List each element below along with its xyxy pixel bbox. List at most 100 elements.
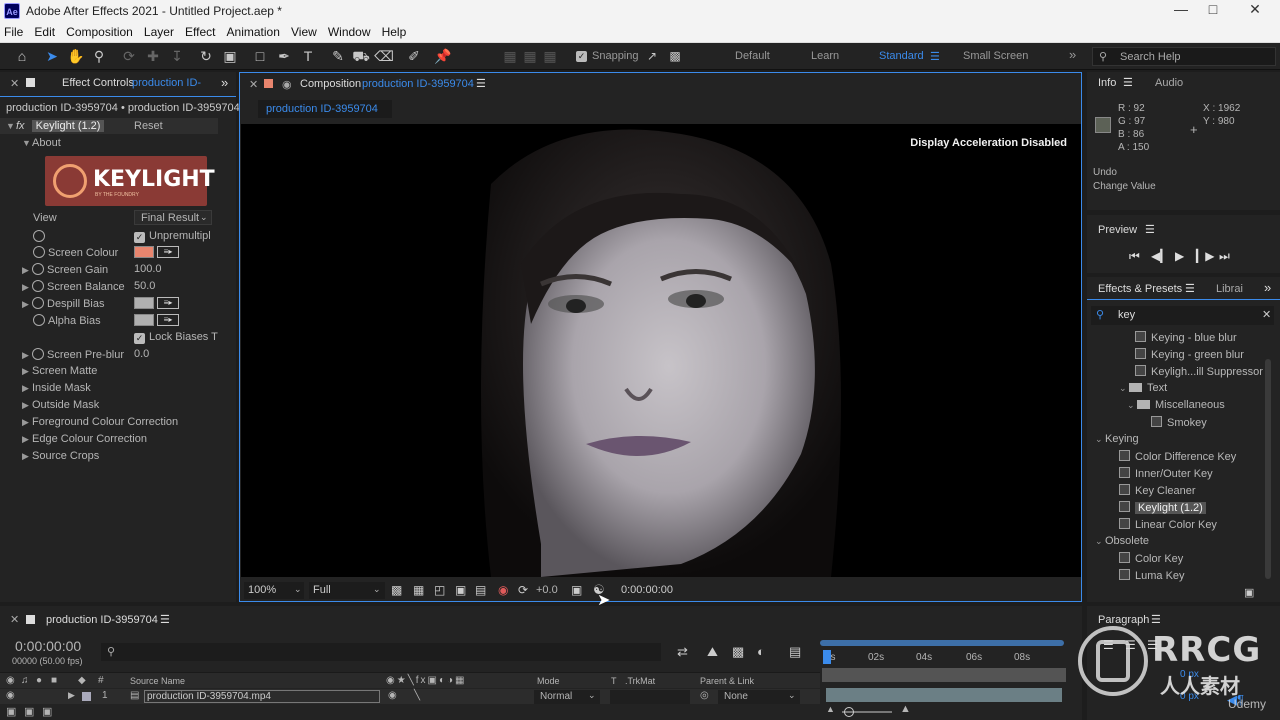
screen-preblur-value[interactable]: 0.0 xyxy=(134,348,149,360)
eyedropper-icon[interactable]: ≡▸ xyxy=(157,246,179,258)
zoom-tool-icon[interactable]: ⚲ xyxy=(89,47,109,65)
effect-controls-layer[interactable]: production ID- xyxy=(132,77,201,89)
guides-icon[interactable]: ▤ xyxy=(475,583,486,597)
work-area-bar[interactable] xyxy=(820,640,1064,646)
effects-tree-item[interactable]: Smokey xyxy=(1087,414,1263,431)
roto-brush-icon[interactable]: ✐ xyxy=(404,47,424,65)
timeline-tab[interactable]: production ID-3959704 xyxy=(46,614,158,626)
zoom-in-icon[interactable]: ▲ xyxy=(900,703,911,715)
pan-behind-icon[interactable]: ▣ xyxy=(220,47,240,65)
stopwatch-icon[interactable] xyxy=(33,246,45,258)
despill-bias-swatch[interactable] xyxy=(134,297,154,309)
effects-tree-item[interactable]: Color Key xyxy=(1087,550,1263,567)
about-row[interactable]: ▼About xyxy=(22,137,61,149)
screen-balance-value[interactable]: 50.0 xyxy=(134,280,155,292)
fast-previews-icon[interactable]: ▩ xyxy=(391,583,402,597)
workspace-learn[interactable]: Learn xyxy=(811,50,839,62)
close-tab-icon[interactable]: ✕ xyxy=(10,613,19,626)
clone-stamp-icon[interactable]: ⛟ xyxy=(351,47,371,65)
unpremultiply-checkbox[interactable]: ✓ Unpremultipl xyxy=(134,230,211,243)
minimize-button[interactable]: — xyxy=(1166,1,1196,17)
pen-tool-icon[interactable]: ✒ xyxy=(274,47,294,65)
group-outside-mask[interactable]: ▶ Outside Mask xyxy=(22,399,99,411)
effects-tree-item[interactable]: Inner/Outer Key xyxy=(1087,465,1263,482)
timeline-search[interactable]: ⚲ xyxy=(101,643,661,661)
pick-whip-icon[interactable]: ◎ xyxy=(700,690,709,701)
effects-scrollbar[interactable] xyxy=(1265,359,1271,579)
snap-grid-icon[interactable]: ▩ xyxy=(665,47,685,65)
menu-view[interactable]: View xyxy=(287,22,321,39)
view-select[interactable]: Final Result ⌄ xyxy=(134,210,212,225)
effects-tree-item[interactable]: Color Difference Key xyxy=(1087,448,1263,465)
panel-menu-icon[interactable]: ☰ xyxy=(1123,76,1133,89)
workspace-standard[interactable]: Standard xyxy=(879,50,924,62)
new-folder-icon[interactable]: ▣ xyxy=(1244,586,1254,599)
effects-presets-tab[interactable]: Effects & Presets xyxy=(1098,283,1182,295)
hand-tool-icon[interactable]: ✋ xyxy=(66,47,86,65)
maximize-button[interactable]: □ xyxy=(1198,1,1228,17)
workspace-menu-icon[interactable]: ☰ xyxy=(930,50,940,63)
stopwatch-icon[interactable] xyxy=(32,348,44,360)
zoom-out-icon[interactable]: ▲ xyxy=(826,704,835,714)
transparency-grid-icon[interactable]: ▦ xyxy=(413,583,424,597)
layer-duration-bar[interactable] xyxy=(826,688,1062,702)
switches-toggle-icon[interactable]: ▣ xyxy=(24,705,34,718)
zoom-select[interactable]: 100% ⌄ xyxy=(244,582,304,599)
stopwatch-icon[interactable] xyxy=(32,280,44,292)
info-tab[interactable]: Info xyxy=(1098,77,1116,89)
prev-frame-icon[interactable]: ◀▎ xyxy=(1151,249,1169,263)
menu-help[interactable]: Help xyxy=(378,22,411,39)
channel-icon[interactable]: ◉ xyxy=(498,583,508,597)
trkmat-header[interactable]: .TrkMat xyxy=(625,676,655,686)
effects-tree-item[interactable]: ⌄ Text xyxy=(1087,380,1263,397)
collapse-arrow-icon[interactable]: ▼ xyxy=(6,121,16,131)
effects-tree-item[interactable]: Keyligh...ill Suppressor xyxy=(1087,363,1263,380)
draft-3d-icon[interactable]: ⛰ xyxy=(707,644,718,660)
reset-exposure-icon[interactable]: ⟳ xyxy=(518,583,528,597)
clear-search-icon[interactable]: ✕ xyxy=(1262,308,1271,321)
screen-colour-swatch[interactable] xyxy=(134,246,154,258)
composition-tab[interactable]: Composition xyxy=(300,78,361,90)
zoom-slider-handle[interactable] xyxy=(844,707,854,717)
rotation-tool-icon[interactable]: ↻ xyxy=(196,47,216,65)
selection-tool-icon[interactable]: ➤ xyxy=(42,47,62,65)
shy-layers-icon[interactable]: ▩ xyxy=(732,644,744,660)
panel-menu-icon[interactable]: ☰ xyxy=(1145,223,1155,236)
effects-tree-item[interactable]: ⌄ Keying xyxy=(1087,431,1263,448)
axis-mode-icon[interactable]: ▦ xyxy=(500,47,520,65)
playhead-icon[interactable] xyxy=(823,650,831,664)
paragraph-tab[interactable]: Paragraph xyxy=(1098,614,1149,626)
close-button[interactable]: ✕ xyxy=(1240,1,1270,18)
parent-link-header[interactable]: Parent & Link xyxy=(700,676,754,686)
modes-toggle-icon[interactable]: ▣ xyxy=(42,705,52,718)
panel-menu-icon[interactable]: ☰ xyxy=(476,77,486,90)
workspace-small-screen[interactable]: Small Screen xyxy=(963,50,1028,62)
layer-row[interactable]: ◉ ▶ 1 ▤ production ID-3959704.mp4 ◉ ╲ No… xyxy=(0,689,820,705)
viewer-timecode[interactable]: 0:00:00:00 xyxy=(621,584,673,596)
effect-controls-tab[interactable]: Effect Controls xyxy=(62,77,134,89)
group-screen-matte[interactable]: ▶ Screen Matte xyxy=(22,365,97,377)
orbit-camera-icon[interactable]: ⟳ xyxy=(119,47,139,65)
composition-subtab[interactable]: production ID-3959704 xyxy=(266,103,378,115)
eyedropper-icon[interactable]: ≡▸ xyxy=(157,314,179,326)
pan-camera-icon[interactable]: ✚ xyxy=(143,47,163,65)
trkmat-select[interactable] xyxy=(610,690,690,704)
resolution-select[interactable]: Full ⌄ xyxy=(309,582,385,599)
lock-icon[interactable] xyxy=(26,78,35,87)
effects-search-box[interactable]: ⚲ key ✕ xyxy=(1091,306,1274,325)
menu-layer[interactable]: Layer xyxy=(140,22,178,39)
dolly-camera-icon[interactable]: ↧ xyxy=(167,47,187,65)
snap-option-icon[interactable]: ↗ xyxy=(642,47,662,65)
fx-icon[interactable]: fx xyxy=(16,120,25,132)
composition-viewer[interactable]: Display Acceleration Disabled xyxy=(241,124,1081,577)
menu-file[interactable]: File xyxy=(0,22,27,39)
close-tab-icon[interactable]: ✕ xyxy=(249,78,258,91)
workspace-default[interactable]: Default xyxy=(735,50,770,62)
stopwatch-icon[interactable] xyxy=(32,263,44,275)
menu-animation[interactable]: Animation xyxy=(223,22,284,39)
stopwatch-icon[interactable] xyxy=(33,230,45,242)
panel-overflow-icon[interactable]: » xyxy=(1264,280,1271,295)
source-name-header[interactable]: Source Name xyxy=(130,676,185,686)
puppet-pin-icon[interactable]: 📌 xyxy=(433,47,453,65)
lock-biases-checkbox[interactable]: ✓ Lock Biases T xyxy=(134,331,218,344)
